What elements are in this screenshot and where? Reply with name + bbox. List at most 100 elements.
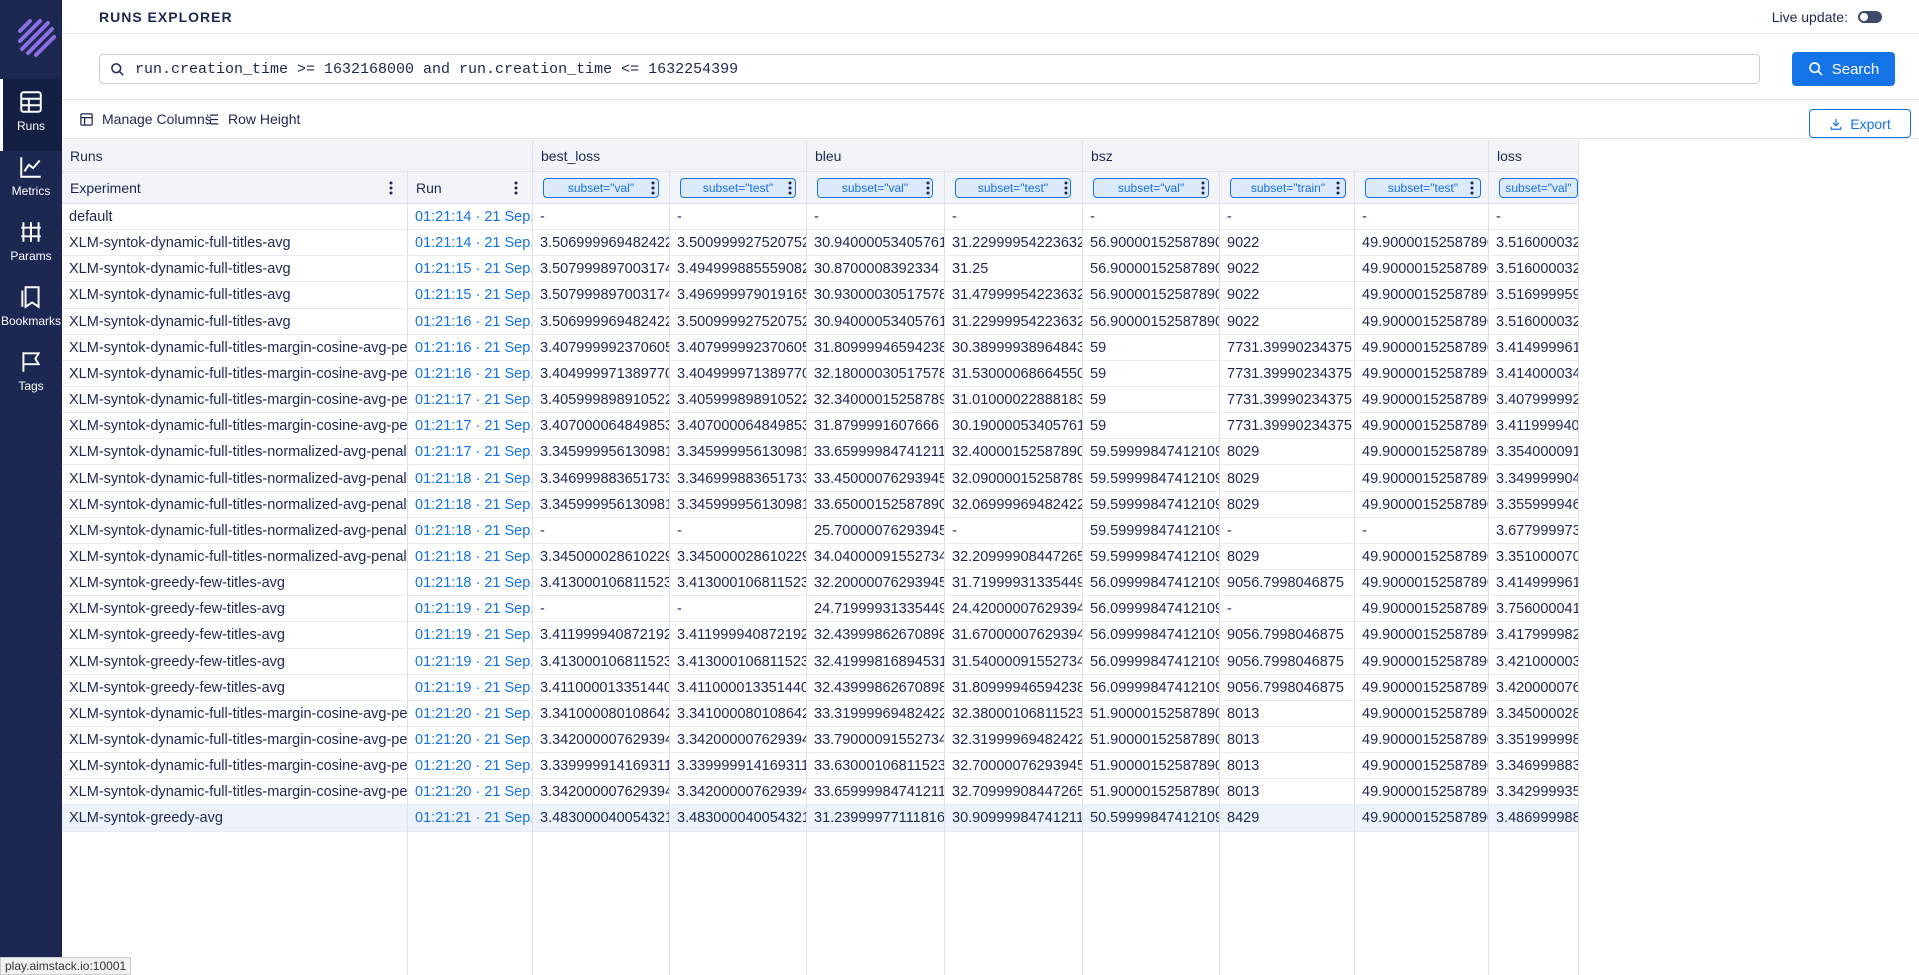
table-cell: - bbox=[1083, 204, 1219, 231]
sidebar-item-tags[interactable]: Tags bbox=[0, 339, 62, 411]
export-label: Export bbox=[1850, 115, 1891, 132]
column-header[interactable]: subset="val" bbox=[533, 172, 669, 204]
column-header[interactable]: subset="test" bbox=[670, 172, 806, 204]
menu-dot bbox=[1336, 191, 1340, 195]
column-menu-icon[interactable] bbox=[788, 181, 792, 195]
live-update-toggle[interactable] bbox=[1858, 10, 1882, 23]
table-cell: XLM-syntok-dynamic-full-titles-avg bbox=[62, 230, 407, 257]
column-header[interactable]: subset="val" bbox=[1083, 172, 1219, 204]
table-cell: 49.900001525878906 bbox=[1355, 387, 1488, 414]
column-header[interactable]: subset="val" bbox=[807, 172, 944, 204]
run-link[interactable]: 01:21:16 · 21 Sep, 21 bbox=[408, 309, 532, 335]
table-cell: 33.45000076293945 bbox=[807, 466, 944, 492]
sidebar-item-bookmarks[interactable]: Bookmarks bbox=[0, 274, 62, 346]
run-link[interactable]: 01:21:18 · 21 Sep, 21 bbox=[408, 570, 532, 597]
run-link[interactable]: 01:21:20 · 21 Sep, 21 bbox=[408, 779, 532, 806]
subset-chip[interactable]: subset="test" bbox=[680, 177, 796, 198]
sidebar-item-metrics[interactable]: Metrics bbox=[0, 144, 62, 216]
run-link[interactable]: 01:21:17 · 21 Sep, 21 bbox=[408, 439, 532, 466]
table-cell: 33.790000915527344 bbox=[807, 727, 944, 754]
status-bar-url: play.aimstack.io:10001 bbox=[0, 957, 132, 975]
column-header[interactable]: subset="test" bbox=[945, 172, 1082, 204]
sidebar-item-label: Bookmarks bbox=[0, 314, 62, 328]
export-button[interactable]: Export bbox=[1809, 109, 1911, 138]
table-cell: 3.4119999408721924 bbox=[533, 622, 669, 649]
menu-dot bbox=[788, 181, 792, 185]
run-link[interactable]: 01:21:16 · 21 Sep, 21 bbox=[408, 335, 532, 361]
column-header[interactable]: subset="train" bbox=[1220, 172, 1354, 204]
run-link[interactable]: 01:21:14 · 21 Sep, 21 bbox=[408, 230, 532, 257]
run-link[interactable]: 01:21:18 · 21 Sep, 21 bbox=[408, 544, 532, 571]
run-link[interactable]: 01:21:20 · 21 Sep, 21 bbox=[408, 753, 532, 780]
column-menu-icon[interactable] bbox=[651, 181, 655, 195]
subset-chip[interactable]: subset="test" bbox=[955, 177, 1071, 198]
run-link[interactable]: 01:21:19 · 21 Sep, 21 bbox=[408, 649, 532, 675]
column-header-label: Experiment bbox=[70, 179, 141, 196]
run-link[interactable]: 01:21:17 · 21 Sep, 21 bbox=[408, 413, 532, 440]
search-button[interactable]: Search bbox=[1792, 52, 1895, 86]
table-cell: 3.4079999923706055 bbox=[670, 335, 806, 361]
column-header[interactable]: subset="val" bbox=[1489, 172, 1578, 204]
column-header[interactable]: Experiment bbox=[62, 172, 407, 204]
subset-chip[interactable]: subset="test" bbox=[1365, 177, 1481, 198]
table-cell: - bbox=[533, 204, 669, 231]
table-cell: 3.3450000286102295 bbox=[670, 544, 806, 571]
sidebar-item-params[interactable]: Params bbox=[0, 209, 62, 281]
column-menu-icon[interactable] bbox=[514, 181, 518, 195]
table-cell: 3.67799997329 bbox=[1489, 518, 1578, 544]
subset-chip[interactable]: subset="val" bbox=[1093, 177, 1209, 198]
table-cell: 8029 bbox=[1220, 492, 1354, 518]
subset-chip[interactable]: subset="val" bbox=[1499, 177, 1578, 198]
run-link[interactable]: 01:21:18 · 21 Sep, 21 bbox=[408, 466, 532, 492]
run-link[interactable]: 01:21:19 · 21 Sep, 21 bbox=[408, 622, 532, 649]
run-link[interactable]: 01:21:21 · 21 Sep, 21 bbox=[408, 805, 532, 832]
table-cell: 3.3450000286102295 bbox=[533, 544, 669, 571]
table-cell: 8029 bbox=[1220, 466, 1354, 492]
column-menu-icon[interactable] bbox=[389, 181, 393, 195]
table-cell: 32.439998626708984 bbox=[807, 675, 944, 701]
column-header[interactable]: subset="test" bbox=[1355, 172, 1488, 204]
table-cell: 56.900001525878906 bbox=[1083, 309, 1219, 335]
table-cell: XLM-syntok-dynamic-full-titles-margin-co… bbox=[62, 335, 407, 361]
column-menu-icon[interactable] bbox=[1201, 181, 1205, 195]
table-cell: 3.3420000076293945 bbox=[533, 779, 669, 806]
table-cell: 3.41199994087 bbox=[1489, 413, 1578, 440]
run-link[interactable]: 01:21:20 · 21 Sep, 21 bbox=[408, 727, 532, 754]
table-cell: 9056.7998046875 bbox=[1220, 675, 1354, 701]
run-link[interactable]: 01:21:15 · 21 Sep, 21 bbox=[408, 256, 532, 283]
column-menu-icon[interactable] bbox=[926, 181, 930, 195]
table-cell: 30.389999389648438 bbox=[945, 335, 1082, 361]
run-link[interactable]: 01:21:18 · 21 Sep, 21 bbox=[408, 492, 532, 518]
run-link[interactable]: 01:21:18 · 21 Sep, 21 bbox=[408, 518, 532, 544]
table-cell: 3.51600003242 bbox=[1489, 256, 1578, 283]
column-menu-icon[interactable] bbox=[1470, 181, 1474, 195]
aim-logo-icon[interactable] bbox=[18, 19, 56, 59]
run-link[interactable]: 01:21:19 · 21 Sep, 21 bbox=[408, 596, 532, 623]
table-column: Run 01:21:14 · 21 Sep, 2101:21:14 · 21 Se… bbox=[408, 172, 533, 975]
download-icon bbox=[1831, 118, 1842, 130]
subset-chip[interactable]: subset="val" bbox=[817, 177, 933, 198]
flag-icon bbox=[22, 352, 41, 372]
manage-columns-button[interactable]: Manage Columns bbox=[79, 111, 212, 127]
row-height-button[interactable]: Row Height bbox=[205, 111, 300, 127]
column-menu-icon[interactable] bbox=[1064, 181, 1068, 195]
run-link[interactable]: 01:21:14 · 21 Sep, 21 bbox=[408, 204, 532, 231]
column-header[interactable]: Run bbox=[408, 172, 532, 204]
search-input[interactable] bbox=[135, 60, 1735, 78]
subset-chip[interactable]: subset="val" bbox=[543, 177, 659, 198]
table-cell: 3.34500002861 bbox=[1489, 701, 1578, 727]
table-cell: XLM-syntok-dynamic-full-titles-avg bbox=[62, 309, 407, 335]
table-cell: XLM-syntok-dynamic-full-titles-margin-co… bbox=[62, 701, 407, 727]
run-link[interactable]: 01:21:15 · 21 Sep, 21 bbox=[408, 282, 532, 309]
table-cell: 49.900001525878906 bbox=[1355, 570, 1488, 597]
run-link[interactable]: 01:21:19 · 21 Sep, 21 bbox=[408, 675, 532, 701]
subset-chip[interactable]: subset="train" bbox=[1230, 177, 1346, 198]
run-link[interactable]: 01:21:17 · 21 Sep, 21 bbox=[408, 387, 532, 414]
run-link[interactable]: 01:21:16 · 21 Sep, 21 bbox=[408, 361, 532, 388]
table-cell: 3.4130001068115234 bbox=[670, 649, 806, 675]
run-link[interactable]: 01:21:20 · 21 Sep, 21 bbox=[408, 701, 532, 727]
table-cell: 56.099998474121094 bbox=[1083, 675, 1219, 701]
menu-dot bbox=[1201, 191, 1205, 195]
sidebar-item-runs[interactable]: Runs bbox=[0, 79, 62, 151]
column-menu-icon[interactable] bbox=[1336, 181, 1340, 195]
